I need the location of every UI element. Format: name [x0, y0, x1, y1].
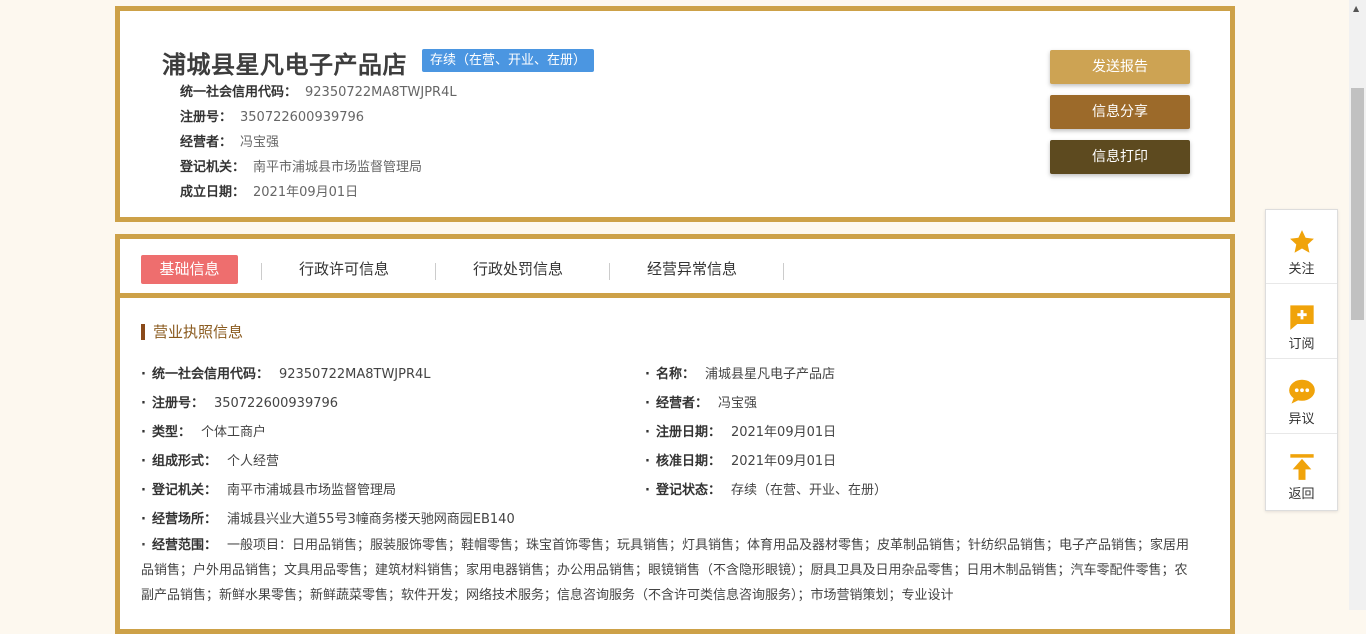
tab-basic-info[interactable]: 基础信息 — [141, 255, 238, 284]
summary-founded-label: 成立日期： — [180, 185, 246, 200]
objection-label: 异议 — [1288, 412, 1315, 427]
summary-credit-code: 统一社会信用代码： 92350722MA8TWJPR4L — [180, 81, 457, 100]
summary-authority: 登记机关： 南平市浦城县市场监督管理局 — [180, 156, 422, 175]
field-label: 经营者： — [655, 396, 708, 411]
summary-authority-value: 南平市浦城县市场监督管理局 — [253, 160, 423, 175]
field-value: 南平市浦城县市场监督管理局 — [226, 483, 396, 498]
summary-founded: 成立日期： 2021年09月01日 — [180, 181, 358, 200]
field-value: 2021年09月01日 — [730, 425, 837, 440]
scroll-up-icon[interactable]: ▲ — [1353, 4, 1359, 13]
back-to-top-button[interactable]: 返回 — [1266, 435, 1337, 509]
status-badge: 存续（在营、开业、在册） — [422, 49, 595, 72]
field-label: 经营场所： — [151, 512, 217, 527]
scroll-thumb[interactable] — [1351, 88, 1364, 320]
field-reg-no: · 注册号： 350722600939796 — [141, 392, 338, 411]
share-info-button[interactable]: 信息分享 — [1050, 95, 1190, 129]
field-label: 名称： — [655, 367, 695, 382]
field-credit-code: · 统一社会信用代码： 92350722MA8TWJPR4L — [141, 363, 431, 382]
field-value: 个人经营 — [226, 454, 279, 469]
field-label: 注册号： — [151, 396, 204, 411]
bullet: · — [645, 425, 650, 440]
summary-operator-label: 经营者： — [180, 135, 233, 150]
summary-reg-no: 注册号： 350722600939796 — [180, 106, 364, 125]
summary-operator: 经营者： 冯宝强 — [180, 131, 279, 150]
field-address: · 经营场所： 浦城县兴业大道55号3幢商务楼天驰网商园EB140 — [141, 508, 515, 527]
field-value: 92350722MA8TWJPR4L — [278, 367, 431, 382]
summary-operator-value: 冯宝强 — [240, 135, 280, 150]
field-label: 登记机关： — [151, 483, 217, 498]
field-label: 统一社会信用代码： — [151, 367, 269, 382]
field-value: 存续（在营、开业、在册） — [730, 483, 887, 498]
business-scope: · 经营范围： 一般项目：日用品销售；服装服饰零售；鞋帽零售；珠宝首饰零售；玩具销售… — [141, 533, 1196, 608]
send-report-button[interactable]: 发送报告 — [1050, 50, 1190, 84]
subscribe-button[interactable]: 订阅 — [1266, 285, 1337, 359]
objection-button[interactable]: 异议 — [1266, 360, 1337, 434]
tab-divider — [261, 263, 262, 280]
tab-divider — [609, 263, 610, 280]
field-value: 2021年09月01日 — [730, 454, 837, 469]
summary-authority-label: 登记机关： — [180, 160, 246, 175]
business-scope-value: 一般项目：日用品销售；服装服饰零售；鞋帽零售；珠宝首饰零售；玩具销售；灯具销售；… — [141, 538, 1189, 603]
details-card: 基础信息 行政许可信息 行政处罚信息 经营异常信息 营业执照信息 · 统一社会信用… — [115, 234, 1235, 634]
field-name: · 名称： 浦城县星凡电子产品店 — [645, 363, 835, 382]
bullet: · — [141, 512, 146, 527]
field-reg-date: · 注册日期： 2021年09月01日 — [645, 421, 836, 440]
tab-admin-license[interactable]: 行政许可信息 — [299, 255, 389, 284]
bullet: · — [141, 367, 146, 382]
field-label: 组成形式： — [151, 454, 217, 469]
field-value: 浦城县星凡电子产品店 — [704, 367, 835, 382]
bullet: · — [645, 367, 650, 382]
page-scrollbar[interactable]: ▲ — [1349, 0, 1366, 610]
company-name: 浦城县星凡电子产品店 — [162, 51, 407, 79]
back-label: 返回 — [1288, 487, 1315, 502]
bullet: · — [141, 396, 146, 411]
section-title-license: 营业执照信息 — [141, 324, 243, 340]
arrow-up-icon — [1290, 454, 1314, 480]
bullet: · — [141, 538, 146, 553]
bullet: · — [645, 454, 650, 469]
bullet: · — [141, 483, 146, 498]
bullet: · — [141, 425, 146, 440]
business-scope-label: 经营范围： — [151, 538, 217, 553]
field-operator: · 经营者： 冯宝强 — [645, 392, 757, 411]
subscribe-label: 订阅 — [1288, 337, 1315, 352]
field-authority: · 登记机关： 南平市浦城县市场监督管理局 — [141, 479, 396, 498]
star-icon — [1290, 230, 1314, 253]
field-form: · 组成形式： 个人经营 — [141, 450, 279, 469]
side-action-panel: 关注 订阅 异议 返回 — [1265, 209, 1338, 511]
summary-credit-code-value: 92350722MA8TWJPR4L — [305, 85, 457, 100]
field-label: 类型： — [151, 425, 191, 440]
field-value: 个体工商户 — [200, 425, 266, 440]
tab-divider — [435, 263, 436, 280]
field-label: 核准日期： — [655, 454, 721, 469]
summary-reg-no-value: 350722600939796 — [240, 110, 365, 125]
field-reg-status: · 登记状态： 存续（在营、开业、在册） — [645, 479, 887, 498]
subscribe-plus-icon — [1290, 305, 1314, 330]
field-label: 注册日期： — [655, 425, 721, 440]
summary-reg-no-label: 注册号： — [180, 110, 233, 125]
tab-admin-penalty[interactable]: 行政处罚信息 — [473, 255, 563, 284]
company-summary-card: 浦城县星凡电子产品店 存续（在营、开业、在册） 统一社会信用代码： 9235072… — [115, 6, 1235, 222]
bullet: · — [645, 483, 650, 498]
summary-credit-code-label: 统一社会信用代码： — [180, 85, 298, 100]
follow-label: 关注 — [1288, 262, 1315, 277]
bullet: · — [645, 396, 650, 411]
tab-bar: 基础信息 行政许可信息 行政处罚信息 经营异常信息 — [120, 239, 1230, 298]
field-value: 冯宝强 — [717, 396, 757, 411]
follow-button[interactable]: 关注 — [1266, 210, 1337, 284]
field-value: 浦城县兴业大道55号3幢商务楼天驰网商园EB140 — [226, 512, 515, 527]
field-value: 350722600939796 — [213, 396, 339, 411]
print-info-button[interactable]: 信息打印 — [1050, 140, 1190, 174]
tab-divider — [783, 263, 784, 280]
summary-founded-value: 2021年09月01日 — [253, 185, 359, 200]
tab-abnormal-operation[interactable]: 经营异常信息 — [647, 255, 737, 284]
chat-bubble-icon — [1289, 379, 1315, 404]
field-type: · 类型： 个体工商户 — [141, 421, 266, 440]
field-approve-date: · 核准日期： 2021年09月01日 — [645, 450, 836, 469]
bullet: · — [141, 454, 146, 469]
field-label: 登记状态： — [655, 483, 721, 498]
